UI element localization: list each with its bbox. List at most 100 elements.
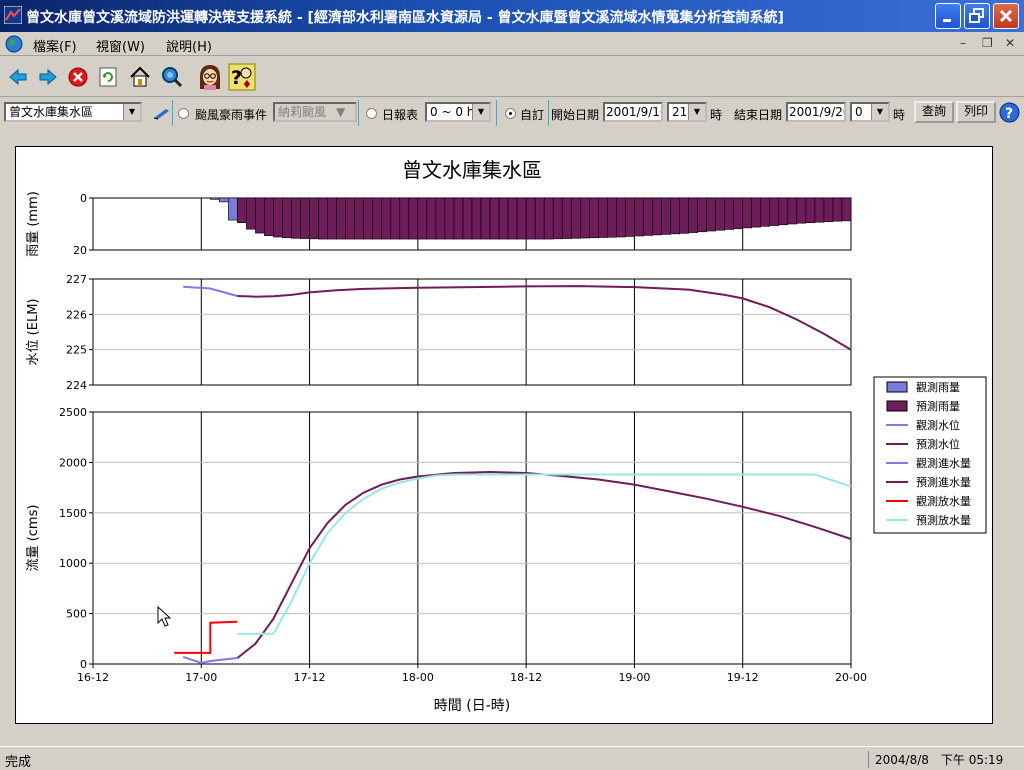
toolbar: ? ♦ (0, 57, 1024, 97)
forward-button[interactable] (33, 62, 63, 92)
start-date-field[interactable]: 2001/9/16 (603, 102, 663, 122)
rain-bar (237, 197, 247, 224)
minimize-button[interactable] (935, 3, 961, 29)
x-tick-label: 19-00 (618, 671, 650, 684)
back-button[interactable] (3, 62, 33, 92)
x-tick-label: 18-12 (510, 671, 542, 684)
mdi-restore-icon[interactable]: ❐ (982, 36, 993, 50)
pen-icon[interactable] (152, 106, 172, 120)
start-hour-unit: 時 (710, 108, 723, 122)
rain-bar (589, 197, 599, 239)
rain-bar (688, 197, 698, 233)
rain-bar (228, 197, 238, 221)
flow-y-tick-label: 2000 (59, 456, 87, 469)
rain-bar (724, 197, 734, 230)
home-button[interactable] (125, 62, 155, 92)
level-panel-frame (92, 278, 852, 386)
close-icon (999, 9, 1013, 23)
rain-bar (652, 197, 662, 236)
menu-window[interactable]: 視窗(W) (96, 36, 145, 55)
rain-bar (327, 197, 337, 240)
separator (358, 100, 359, 126)
start-hour-value: 21 (672, 105, 688, 119)
menu-file[interactable]: 檔案(F) (33, 36, 77, 55)
typhoon-radio[interactable] (178, 108, 189, 119)
rain-bar (318, 197, 328, 240)
user-button[interactable] (195, 62, 225, 92)
print-button[interactable]: 列印 (956, 101, 996, 123)
legend-swatch (886, 381, 908, 393)
mdi-minimize-icon[interactable]: – (960, 36, 966, 50)
start-date-value: 2001/9/16 (606, 105, 663, 119)
rain-bar (796, 197, 807, 224)
end-date-value: 2001/9/20 (789, 105, 846, 119)
rain-bar (426, 197, 437, 240)
level-y-tick-label: 227 (66, 273, 87, 286)
status-datetime: 2004/8/8 下午 05:19 (868, 751, 1003, 768)
daily-radio[interactable] (366, 108, 377, 119)
mdi-close-icon[interactable]: ✕ (1005, 36, 1015, 50)
typhoon-label: 颱風豪雨事件 (195, 108, 268, 122)
query-button[interactable]: 查詢 (914, 101, 954, 123)
stop-button[interactable] (63, 62, 93, 92)
rain-bar (661, 197, 671, 235)
help-icon[interactable]: ? (999, 102, 1020, 123)
refresh-button[interactable] (93, 62, 123, 92)
search-button[interactable] (157, 62, 187, 92)
user-face-icon (200, 65, 220, 90)
daily-select[interactable]: 0 ~ 0 hr ▼ (425, 102, 491, 122)
back-arrow-icon (9, 68, 27, 86)
rain-bar (561, 197, 572, 239)
help-query-button[interactable]: ? ♦ (227, 62, 257, 92)
close-button[interactable] (993, 3, 1019, 29)
rain-y-tick-label: 0 (80, 192, 87, 205)
x-tick-label: 19-12 (727, 671, 759, 684)
chart: 曾文水庫集水區 0 20 雨量 (mm) 224 225 226 227 水位 (ELM) 0 50… (26, 158, 987, 714)
area-select[interactable]: 曾文水庫集水區 ▼ (4, 102, 142, 122)
rain-bar (643, 197, 653, 236)
chart-frame: 曾文水庫集水區 0 20 雨量 (mm) 224 225 226 227 水位 (ELM) 0 50… (15, 146, 993, 724)
flow-y-tick-label: 500 (66, 608, 87, 621)
legend-label: 預測雨量 (916, 399, 960, 413)
typhoon-chevron-icon[interactable]: ▼ (336, 105, 345, 119)
rain-bar (552, 197, 563, 240)
x-tick-label: 17-12 (294, 671, 326, 684)
rain-bar (444, 197, 455, 240)
rain-bar (255, 197, 265, 234)
legend-label: 觀測放水量 (916, 494, 971, 508)
flow-y-axis-label: 流量 (cms) (26, 505, 41, 572)
rain-bar (607, 197, 617, 238)
area-select-value: 曾文水庫集水區 (9, 105, 94, 119)
rain-y-tick-label: 20 (73, 244, 87, 257)
status-bar: 完成 2004/8/8 下午 05:19 (0, 746, 1024, 770)
start-hour-select[interactable]: 21 ▼ (667, 102, 707, 122)
end-hour-select[interactable]: 0 ▼ (850, 102, 890, 122)
x-tick-label: 18-00 (402, 671, 434, 684)
restore-button[interactable] (964, 3, 990, 29)
rain-bar (309, 197, 319, 240)
level-y-tick-label: 226 (66, 308, 87, 321)
flow-y-tick-label: 0 (80, 658, 87, 671)
rain-bar (570, 197, 581, 239)
svg-text:?: ? (231, 67, 242, 89)
flow-y-tick-label: 1500 (59, 507, 87, 520)
search-icon (162, 67, 183, 88)
rain-bar (679, 197, 689, 234)
x-axis-label: 時間 (日-時) (434, 698, 510, 714)
rain-bar (282, 197, 292, 239)
menu-help[interactable]: 說明(H) (166, 36, 212, 55)
rain-bar (219, 197, 229, 203)
custom-radio[interactable] (505, 108, 516, 119)
rain-bar (381, 197, 392, 240)
separator (496, 100, 497, 126)
legend-label: 預測水位 (916, 437, 960, 451)
rain-bar (273, 197, 283, 238)
rain-bar (363, 197, 374, 240)
legend-swatch (886, 400, 908, 412)
level-y-tick-label: 225 (66, 344, 87, 357)
custom-label: 自訂 (520, 108, 545, 122)
rain-bar (462, 197, 473, 240)
rain-bar (841, 197, 852, 222)
end-date-field[interactable]: 2001/9/20 (786, 102, 846, 122)
legend-label: 觀測雨量 (916, 380, 960, 394)
